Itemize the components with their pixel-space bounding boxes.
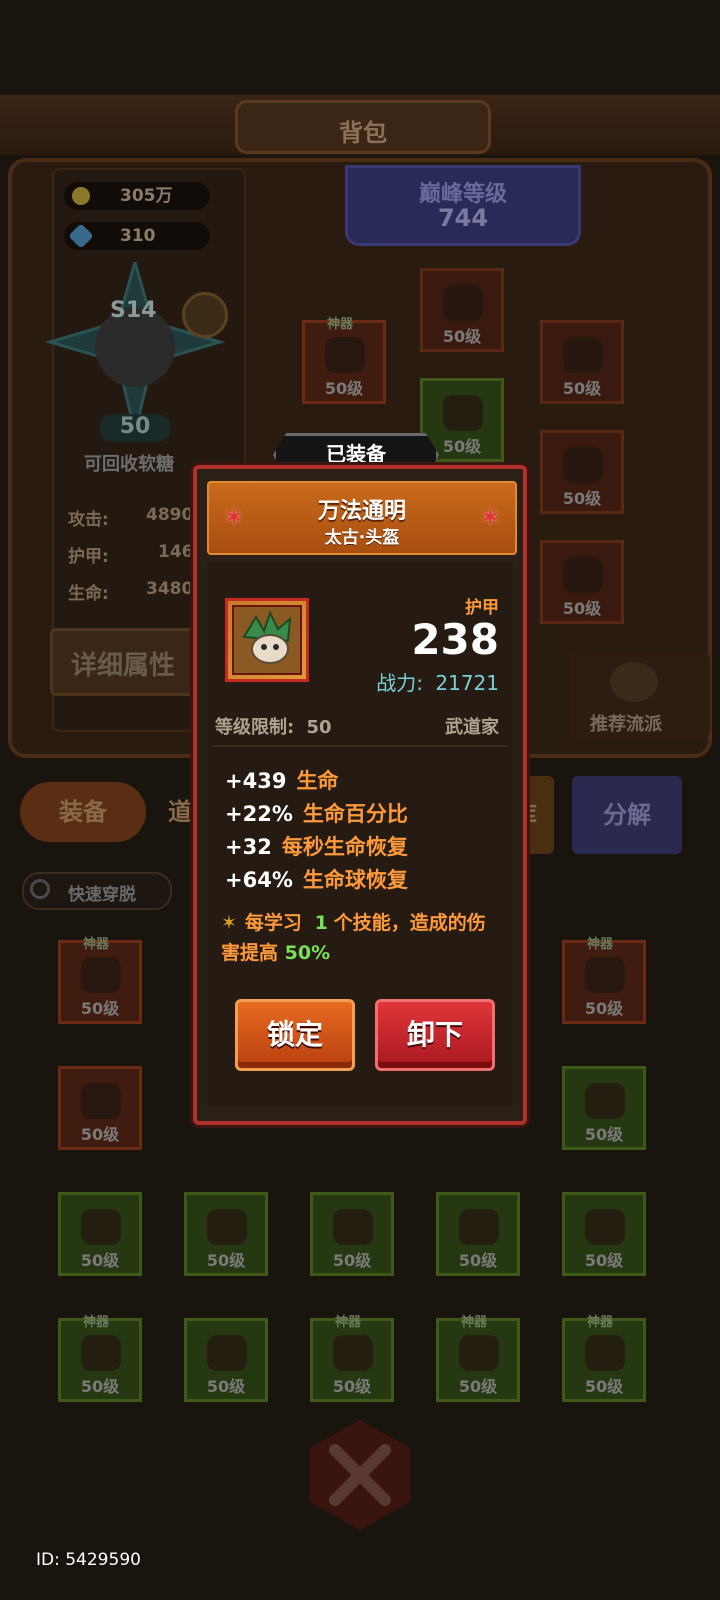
attribute-row: +439 生命 <box>225 765 338 795</box>
class-restriction: 武道家 <box>445 717 499 738</box>
equipped-status-label: 已装备 <box>326 442 386 466</box>
attribute-value: +439 <box>225 769 287 793</box>
power-label: 战力: <box>376 671 424 695</box>
attribute-value: +32 <box>225 835 272 859</box>
item-name: 万法通明 <box>317 499 406 524</box>
attribute-row: +22% 生命百分比 <box>225 798 408 828</box>
attribute-name: 生命 <box>296 769 339 793</box>
unequip-button[interactable]: 卸下 <box>375 999 495 1071</box>
level-limit-value: 50 <box>306 717 332 738</box>
skill-effect: ✶ 每学习 1 个技能，造成的伤害提高 50% <box>221 908 491 968</box>
stat-value: 238 <box>411 615 499 664</box>
attribute-row: +64% 生命球恢复 <box>225 864 408 894</box>
lock-button-label: 锁定 <box>266 1018 323 1051</box>
player-id: ID: 5429590 <box>36 1550 141 1570</box>
star-bullet-icon: ✶ <box>221 912 237 934</box>
attribute-name: 生命球恢复 <box>302 868 408 892</box>
level-limit: 等级限制: 50 <box>215 713 332 739</box>
attribute-name: 每秒生命恢复 <box>281 835 408 859</box>
item-subtitle: 太古·头盔 <box>324 528 400 548</box>
attribute-value: +64% <box>225 868 293 892</box>
skill-percent: 50% <box>284 942 331 964</box>
item-body: 护甲 238 战力: 21721 等级限制: 50 武道家 +439 生命 +22… <box>207 563 513 1107</box>
skill-text-1: 每学习 <box>244 912 302 934</box>
attribute-row: +32 每秒生命恢复 <box>225 831 408 861</box>
power-value: 21721 <box>435 671 499 695</box>
attribute-value: +22% <box>225 802 293 826</box>
skill-count: 1 <box>314 912 328 934</box>
item-header: ✶ ✶ 万法通明 太古·头盔 <box>207 481 517 555</box>
helmet-item-icon <box>225 598 309 682</box>
lock-button[interactable]: 锁定 <box>235 999 355 1071</box>
level-limit-label: 等级限制: <box>215 717 295 738</box>
item-detail-modal: ✶ ✶ 万法通明 太古·头盔 护甲 238 战力: 21721 等级限制: 50 <box>193 465 527 1125</box>
divider <box>213 745 507 747</box>
attribute-name: 生命百分比 <box>302 802 408 826</box>
unequip-button-label: 卸下 <box>406 1018 463 1051</box>
combat-power: 战力: 21721 <box>376 667 499 696</box>
